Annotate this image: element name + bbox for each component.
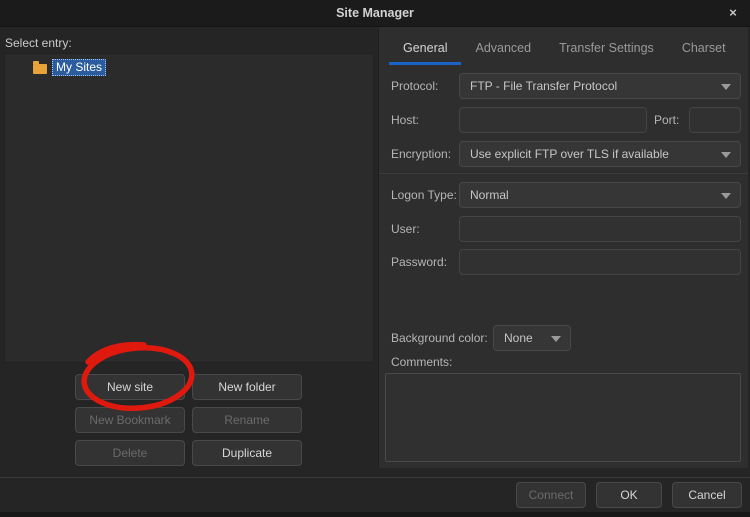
host-input[interactable] (459, 107, 647, 133)
ok-button[interactable]: OK (596, 482, 662, 508)
new-site-button[interactable]: New site (75, 374, 185, 400)
separator (379, 173, 748, 174)
folder-icon (33, 64, 47, 74)
chevron-down-icon (721, 152, 731, 158)
site-manager-dialog: Site Manager × Select entry: My Sites Ne… (0, 0, 750, 517)
user-input[interactable] (459, 216, 741, 242)
tab-advanced[interactable]: Advanced (461, 35, 545, 65)
tree-item-label: My Sites (52, 59, 106, 76)
chevron-down-icon (721, 84, 731, 90)
encryption-value: Use explicit FTP over TLS if available (470, 147, 669, 161)
general-settings-panel: General Advanced Transfer Settings Chars… (378, 27, 748, 468)
delete-button[interactable]: Delete (75, 440, 185, 466)
password-label: Password: (391, 249, 447, 275)
user-label: User: (391, 216, 420, 242)
connect-button[interactable]: Connect (516, 482, 586, 508)
protocol-value: FTP - File Transfer Protocol (470, 79, 617, 93)
background-color-value: None (504, 331, 533, 345)
tabbar: General Advanced Transfer Settings Chars… (389, 35, 740, 65)
comments-textarea[interactable] (385, 373, 741, 462)
tab-general[interactable]: General (389, 35, 461, 65)
new-bookmark-button[interactable]: New Bookmark (75, 407, 185, 433)
duplicate-button[interactable]: Duplicate (192, 440, 302, 466)
rename-button[interactable]: Rename (192, 407, 302, 433)
titlebar[interactable]: Site Manager × (0, 0, 750, 27)
host-label: Host: (391, 107, 419, 133)
tab-transfer-settings[interactable]: Transfer Settings (545, 35, 668, 65)
new-folder-button[interactable]: New folder (192, 374, 302, 400)
cancel-button[interactable]: Cancel (672, 482, 742, 508)
separator (0, 477, 750, 478)
background-color-label: Background color: (391, 325, 488, 351)
encryption-select[interactable]: Use explicit FTP over TLS if available (459, 141, 741, 167)
tab-charset[interactable]: Charset (668, 35, 740, 65)
chevron-down-icon (721, 193, 731, 199)
select-entry-label: Select entry: (5, 36, 72, 50)
close-icon[interactable]: × (725, 5, 741, 21)
port-input[interactable] (689, 107, 741, 133)
background-color-select[interactable]: None (493, 325, 571, 351)
site-tree[interactable]: My Sites (4, 53, 374, 363)
dialog-title: Site Manager (0, 6, 750, 20)
chevron-down-icon (551, 336, 561, 342)
screen-edge (0, 512, 750, 517)
logon-type-value: Normal (470, 188, 509, 202)
port-label: Port: (654, 107, 679, 133)
encryption-label: Encryption: (391, 141, 451, 167)
password-input[interactable] (459, 249, 741, 275)
protocol-label: Protocol: (391, 73, 438, 99)
tree-item-my-sites[interactable]: My Sites (33, 59, 106, 76)
logon-type-label: Logon Type: (391, 182, 457, 208)
protocol-select[interactable]: FTP - File Transfer Protocol (459, 73, 741, 99)
logon-type-select[interactable]: Normal (459, 182, 741, 208)
comments-label: Comments: (391, 349, 452, 375)
